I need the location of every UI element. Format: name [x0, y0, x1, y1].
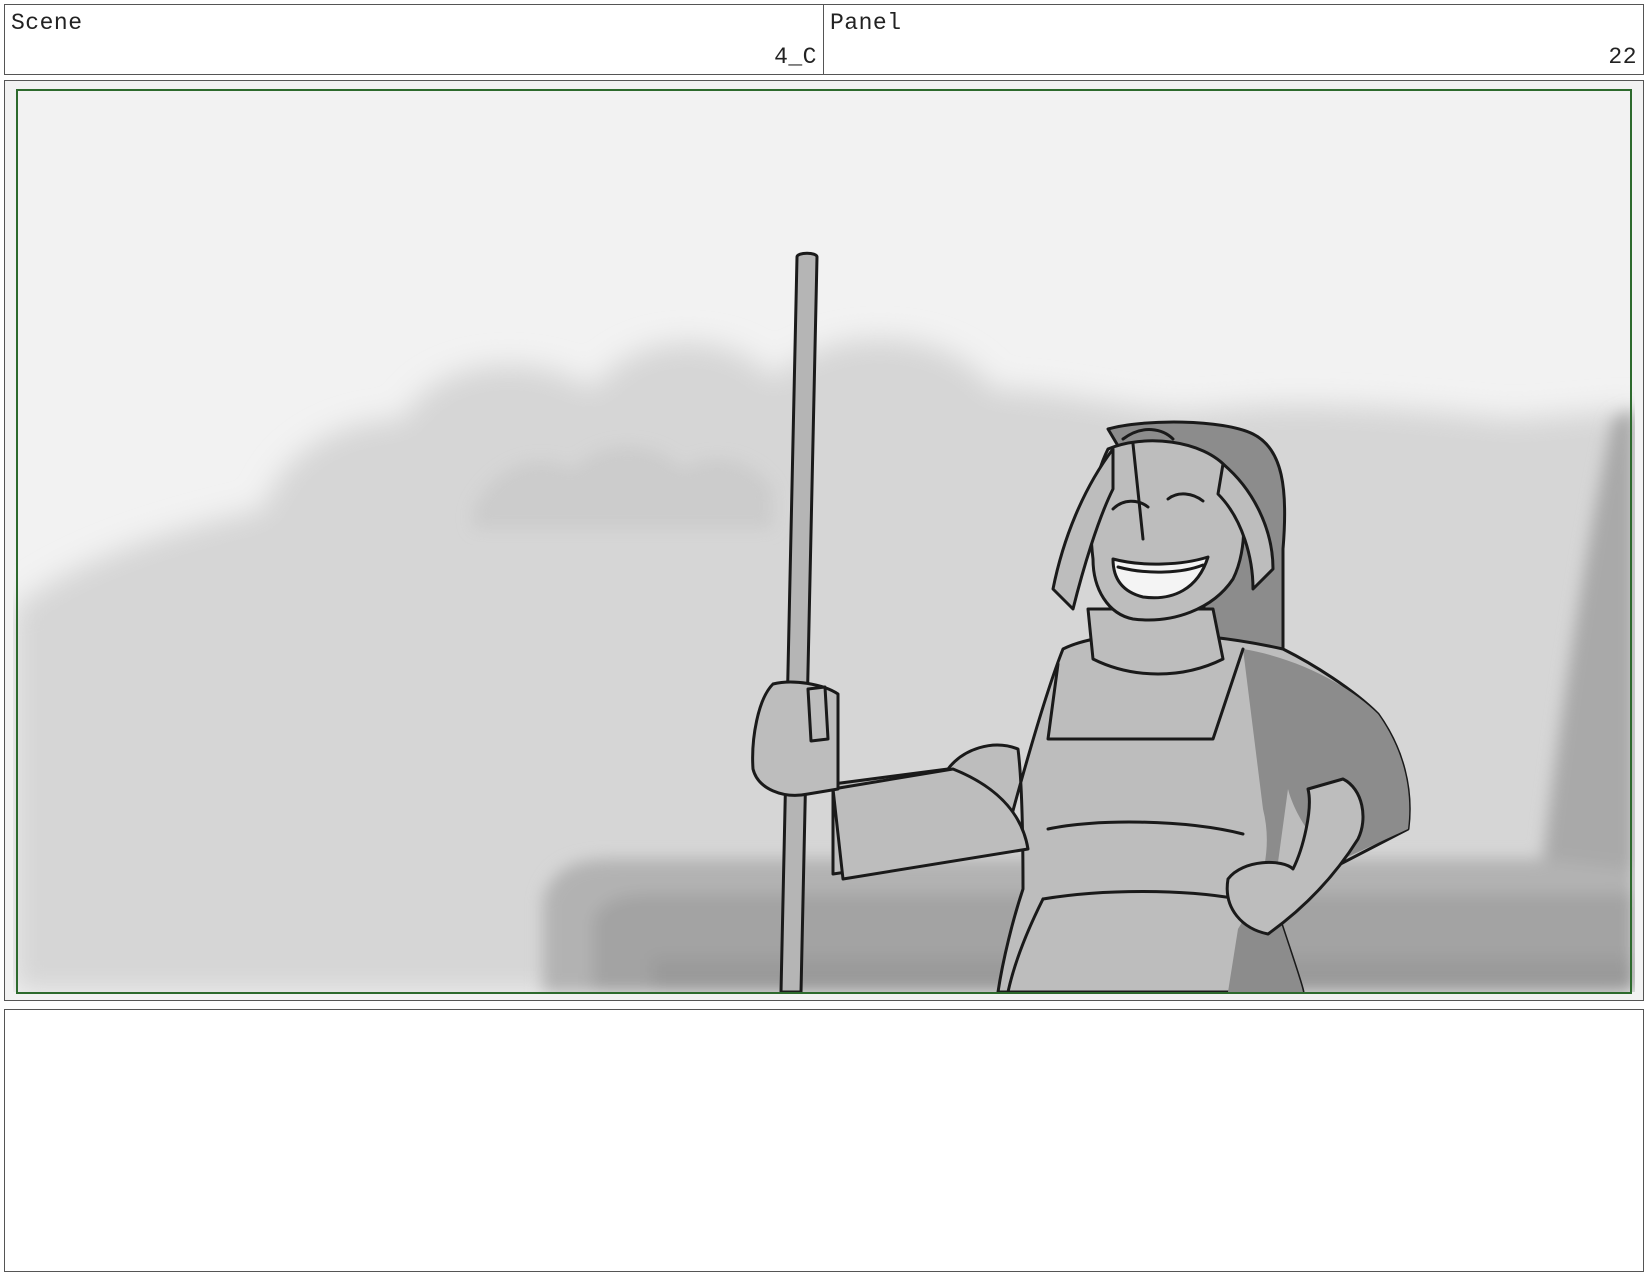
panel-label: Panel	[830, 10, 902, 36]
scene-label: Scene	[11, 10, 83, 36]
scene-value: 4_C	[774, 44, 817, 70]
panel-value: 22	[1608, 44, 1637, 70]
action-notes-field[interactable]	[4, 1009, 1644, 1272]
storyboard-drawing	[13, 89, 1635, 992]
gripping-hand	[751, 680, 840, 797]
panel-field: Panel 22	[823, 4, 1644, 75]
scene-field: Scene 4_C	[4, 4, 824, 75]
storyboard-panel-frame	[4, 80, 1644, 1001]
